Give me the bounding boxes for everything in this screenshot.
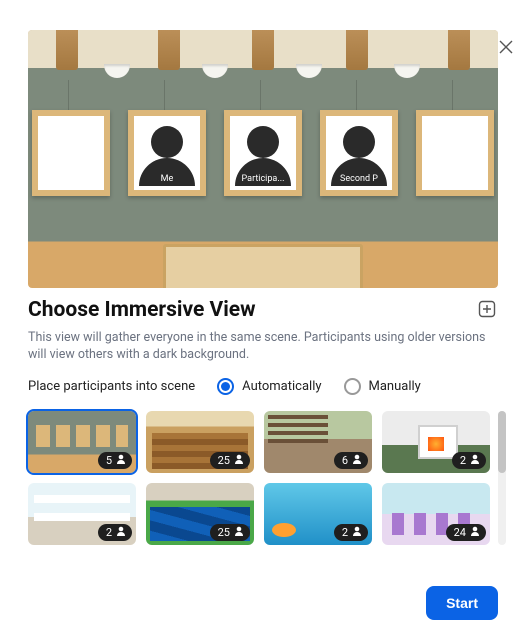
capacity-value: 25 (218, 526, 230, 539)
scene-preview: Me Participa... Second P (28, 30, 498, 288)
radio-icon (344, 378, 361, 395)
start-button[interactable]: Start (426, 586, 498, 620)
radio-label: Manually (369, 379, 421, 394)
capacity-value: 2 (460, 454, 466, 467)
preview-frame (32, 110, 110, 196)
preview-beam (448, 30, 470, 70)
scene-thumb-fireplace[interactable]: 2 (382, 411, 490, 473)
radio-manually[interactable]: Manually (344, 378, 421, 395)
avatar-icon: Me (138, 120, 196, 186)
person-icon (234, 454, 244, 467)
preview-light (394, 64, 420, 78)
preview-beam (158, 30, 180, 70)
preview-frame-inner (38, 116, 104, 190)
plus-square-icon (478, 303, 496, 322)
capacity-value: 2 (342, 526, 348, 539)
avatar-icon: Second P (330, 120, 388, 186)
scene-thumb-stadium[interactable]: 25 (146, 483, 254, 545)
close-button[interactable] (496, 38, 516, 58)
person-icon (470, 454, 480, 467)
scene-scrollbar[interactable] (498, 411, 506, 545)
participant-label: Second P (340, 174, 378, 184)
page-title: Choose Immersive View (28, 298, 256, 322)
capacity-value: 5 (106, 454, 112, 467)
capacity-value: 24 (454, 526, 466, 539)
scene-thumb-classroom[interactable]: 25 (146, 411, 254, 473)
person-icon (470, 526, 480, 539)
preview-frame: Second P (320, 110, 398, 196)
capacity-value: 2 (106, 526, 112, 539)
page-subtitle: This view will gather everyone in the sa… (28, 330, 498, 364)
preview-light (104, 64, 130, 78)
radio-automatically[interactable]: Automatically (217, 378, 321, 395)
person-icon (352, 454, 362, 467)
person-icon (234, 526, 244, 539)
capacity-badge: 6 (334, 452, 368, 469)
participant-label: Participa... (242, 174, 285, 184)
capacity-badge: 2 (334, 524, 368, 541)
scene-grid: 5 25 6 2 2 (28, 411, 490, 545)
person-icon (116, 526, 126, 539)
add-scene-button[interactable] (478, 300, 498, 320)
capacity-value: 6 (342, 454, 348, 467)
capacity-badge: 25 (210, 524, 250, 541)
capacity-badge: 2 (452, 452, 486, 469)
capacity-badge: 24 (446, 524, 486, 541)
scene-thumb-underwater[interactable]: 2 (264, 483, 372, 545)
preview-frame: Participa... (224, 110, 302, 196)
placement-label: Place participants into scene (28, 379, 195, 394)
capacity-badge: 25 (210, 452, 250, 469)
scene-thumb-gallery[interactable]: 5 (28, 411, 136, 473)
preview-bench (163, 244, 363, 288)
capacity-badge: 5 (98, 452, 132, 469)
scene-thumb-kitchen[interactable]: 2 (28, 483, 136, 545)
preview-frames: Me Participa... Second P (28, 110, 498, 196)
preview-frame: Me (128, 110, 206, 196)
preview-frame (416, 110, 494, 196)
avatar-icon: Participa... (234, 120, 292, 186)
preview-beam (346, 30, 368, 70)
preview-frame-inner (422, 116, 488, 190)
person-icon (116, 454, 126, 467)
radio-icon (217, 378, 234, 395)
radio-label: Automatically (242, 379, 321, 394)
capacity-badge: 2 (98, 524, 132, 541)
capacity-value: 25 (218, 454, 230, 467)
close-icon (499, 39, 513, 58)
preview-light (202, 64, 228, 78)
preview-beam (252, 30, 274, 70)
scene-thumb-learning[interactable]: 24 (382, 483, 490, 545)
participant-label: Me (161, 174, 174, 184)
person-icon (352, 526, 362, 539)
scrollbar-thumb[interactable] (498, 411, 506, 473)
preview-beam (56, 30, 78, 70)
scene-thumb-cafe[interactable]: 6 (264, 411, 372, 473)
preview-light (296, 64, 322, 78)
